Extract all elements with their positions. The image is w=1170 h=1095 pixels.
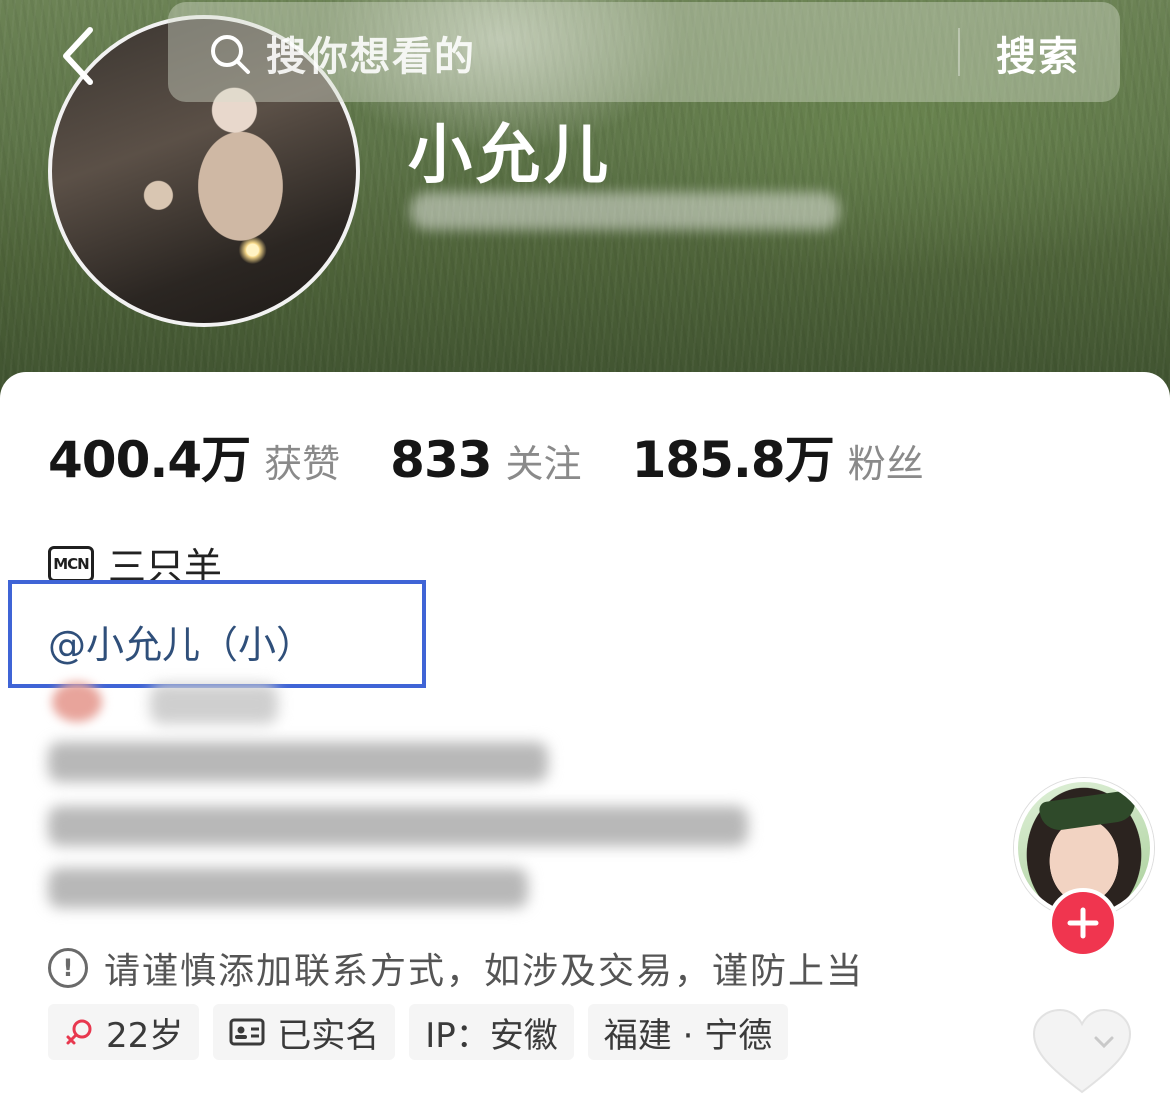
stat-following[interactable]: 833 关注 xyxy=(390,431,581,489)
search-icon xyxy=(211,35,250,74)
bio-line-blurred xyxy=(150,684,278,724)
tag-ip: IP：安徽 xyxy=(409,1004,574,1060)
tag-ip-label: IP：安徽 xyxy=(425,1015,558,1056)
stat-likes-label: 获赞 xyxy=(264,442,341,486)
mcn-icon: MCN xyxy=(48,545,94,582)
back-button[interactable] xyxy=(50,26,106,86)
profile-name: 小允儿 xyxy=(408,119,612,193)
stat-followers[interactable]: 185.8万 粉丝 xyxy=(632,420,924,492)
warning-row: ! 请谨慎添加联系方式，如涉及交易，谨防上当 xyxy=(48,942,864,994)
search-button[interactable]: 搜索 xyxy=(996,24,1080,82)
search-input[interactable]: 搜你想看的 xyxy=(266,24,476,82)
like-button[interactable] xyxy=(1030,1008,1134,1095)
warning-icon: ! xyxy=(48,948,88,988)
tag-age: 22岁 xyxy=(48,1004,200,1060)
tag-location-label: 福建 · 宁德 xyxy=(603,1015,773,1056)
bio-line-blurred xyxy=(48,742,548,782)
warning-text: 请谨慎添加联系方式，如涉及交易，谨防上当 xyxy=(104,951,865,992)
tag-verified-label: 已实名 xyxy=(277,1015,380,1056)
tag-verified: 已实名 xyxy=(213,1004,396,1060)
stat-likes-value: 400.4万 xyxy=(48,431,251,489)
female-icon xyxy=(64,1017,94,1047)
account-id-blurred xyxy=(410,192,840,230)
tag-age-label: 22岁 xyxy=(106,1015,184,1056)
mention-link[interactable]: @小允儿（小） xyxy=(48,614,314,669)
bio-line-blurred xyxy=(48,868,528,908)
heart-icon xyxy=(1032,1008,1132,1094)
search-divider xyxy=(958,28,960,76)
bio-line-blurred xyxy=(48,806,748,846)
search-bar[interactable]: 搜你想看的 搜索 xyxy=(168,2,1120,102)
stats-row: 400.4万 获赞 833 关注 185.8万 粉丝 xyxy=(48,420,974,492)
back-arrow-icon xyxy=(63,27,93,85)
plus-icon xyxy=(1067,907,1099,939)
stat-following-label: 关注 xyxy=(505,442,582,486)
profile-tags: 22岁 已实名 IP：安徽 福建 · 宁德 xyxy=(48,1004,802,1060)
stat-following-value: 833 xyxy=(390,431,492,489)
stat-followers-label: 粉丝 xyxy=(847,442,924,486)
bio-emoji-blurred xyxy=(52,682,102,722)
sunglasses-decoration xyxy=(1038,789,1138,833)
id-card-icon xyxy=(229,1017,265,1047)
stat-likes[interactable]: 400.4万 获赞 xyxy=(48,420,340,492)
follow-button[interactable] xyxy=(1048,888,1118,958)
tag-location: 福建 · 宁德 xyxy=(587,1004,789,1060)
stat-followers-value: 185.8万 xyxy=(631,431,835,489)
